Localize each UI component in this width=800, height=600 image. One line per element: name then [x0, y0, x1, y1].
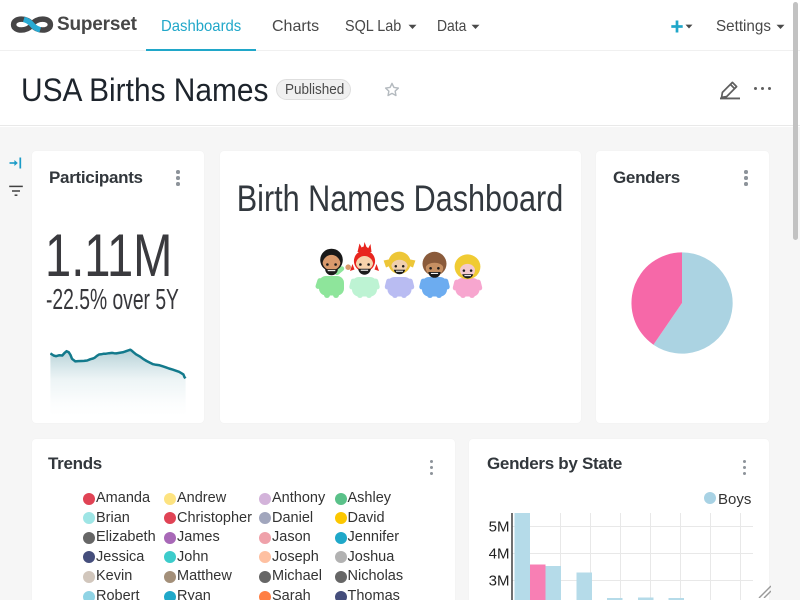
- svg-text:4M: 4M: [489, 546, 510, 563]
- svg-text:5M: 5M: [489, 519, 510, 536]
- svg-text:3M: 3M: [489, 573, 510, 590]
